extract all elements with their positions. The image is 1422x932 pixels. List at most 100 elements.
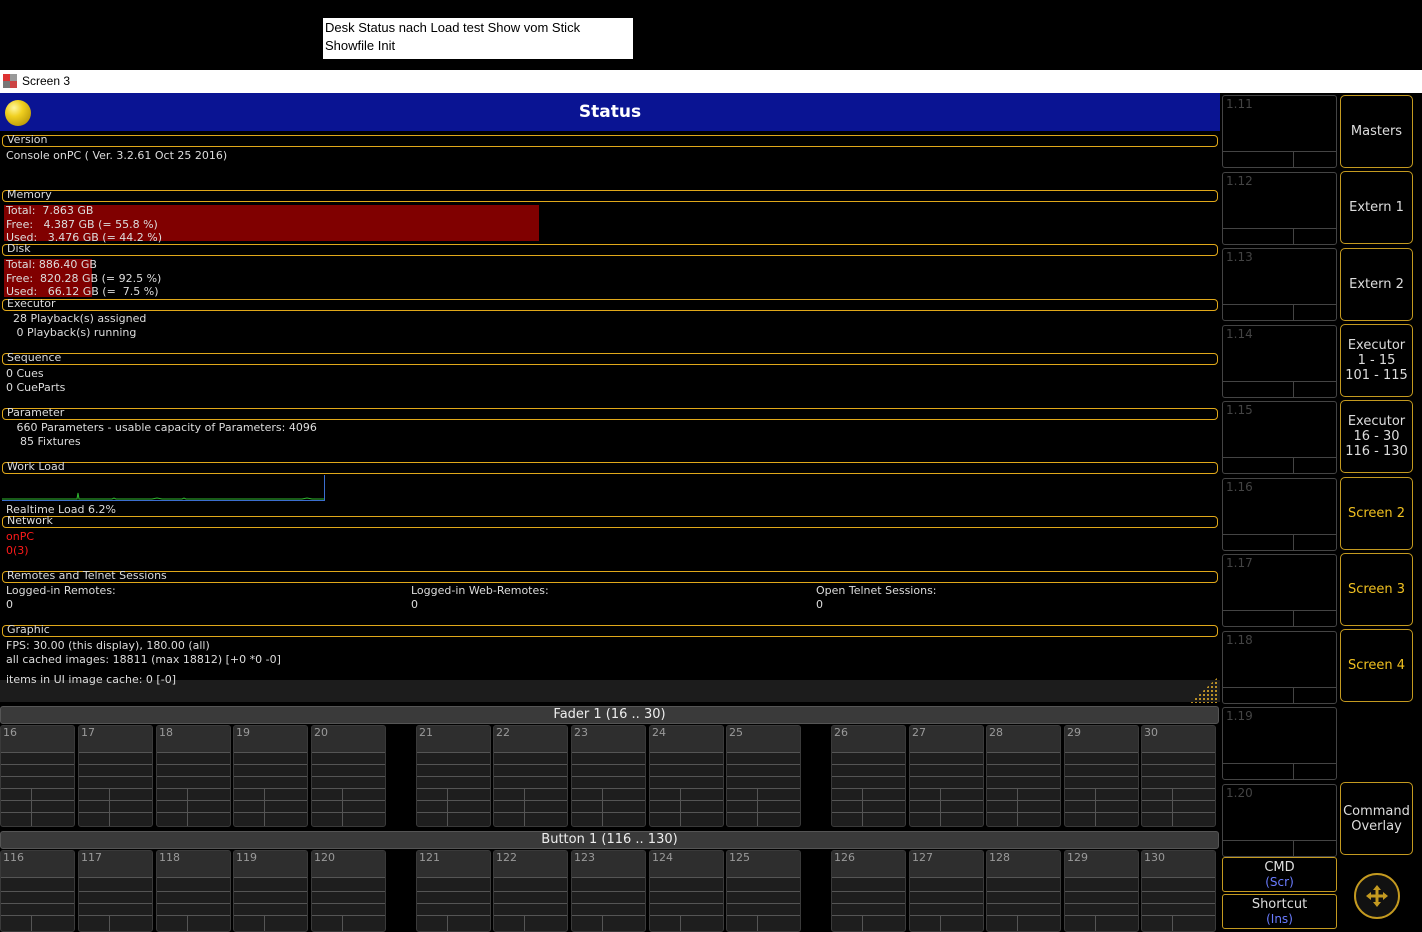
executor-number: 1.17 bbox=[1226, 556, 1253, 570]
memory-total: Total: 7.863 GB bbox=[6, 204, 94, 217]
button-slot[interactable]: 123 bbox=[571, 850, 646, 932]
view-button[interactable]: Masters bbox=[1340, 95, 1413, 168]
view-button[interactable]: Extern 1 bbox=[1340, 171, 1413, 244]
slot-number: 30 bbox=[1144, 726, 1158, 739]
slot-number: 18 bbox=[159, 726, 173, 739]
view-button[interactable]: Screen 3 bbox=[1340, 553, 1413, 626]
slot-number: 129 bbox=[1067, 851, 1088, 864]
annotation-line-2: Showfile Init bbox=[325, 38, 396, 53]
executor-slot[interactable]: 1.17 bbox=[1222, 554, 1337, 627]
sequence-cueparts: 0 CueParts bbox=[6, 381, 66, 394]
slot-number: 124 bbox=[652, 851, 673, 864]
shortcut-sub: (Ins) bbox=[1266, 912, 1293, 926]
slot-number: 128 bbox=[989, 851, 1010, 864]
slot-number: 127 bbox=[912, 851, 933, 864]
button-slot[interactable]: 117 bbox=[78, 850, 153, 932]
slot-number: 119 bbox=[236, 851, 257, 864]
view-button[interactable]: Executor 16 - 30 116 - 130 bbox=[1340, 400, 1413, 473]
sequence-cues: 0 Cues bbox=[6, 367, 44, 380]
button-slot[interactable]: 122 bbox=[493, 850, 568, 932]
button-slot[interactable]: 127 bbox=[909, 850, 984, 932]
fader-slot[interactable]: 24 bbox=[649, 725, 724, 827]
button-slot[interactable]: 121 bbox=[416, 850, 491, 932]
view-button[interactable]: Screen 4 bbox=[1340, 629, 1413, 702]
telnet-value: 0 bbox=[816, 598, 823, 611]
button-slot[interactable]: 129 bbox=[1064, 850, 1139, 932]
executor-slot[interactable]: 1.13 bbox=[1222, 248, 1337, 321]
slot-number: 27 bbox=[912, 726, 926, 739]
slot-number: 17 bbox=[81, 726, 95, 739]
fader-slot[interactable]: 20 bbox=[311, 725, 386, 827]
graphic-cache: all cached images: 18811 (max 18812) [+0… bbox=[6, 653, 281, 666]
fader-slot[interactable]: 30 bbox=[1141, 725, 1216, 827]
executor-number: 1.11 bbox=[1226, 97, 1253, 111]
button-slot[interactable]: 118 bbox=[156, 850, 231, 932]
network-host: onPC bbox=[6, 530, 35, 543]
move-icon[interactable] bbox=[1354, 873, 1400, 919]
slot-number: 25 bbox=[729, 726, 743, 739]
section-label: Sequence bbox=[7, 351, 62, 364]
button-slot[interactable]: 116 bbox=[0, 850, 75, 932]
fader-slot[interactable]: 18 bbox=[156, 725, 231, 827]
slot-number: 29 bbox=[1067, 726, 1081, 739]
fader-slot[interactable]: 25 bbox=[726, 725, 801, 827]
button-bank-title[interactable]: Button 1 (116 .. 130) bbox=[0, 831, 1219, 849]
fader-slot[interactable]: 27 bbox=[909, 725, 984, 827]
button-slot[interactable]: 120 bbox=[311, 850, 386, 932]
view-button[interactable]: Screen 2 bbox=[1340, 477, 1413, 550]
graphic-ui-cache: items in UI image cache: 0 [-0] bbox=[6, 673, 176, 686]
executor-number: 1.13 bbox=[1226, 250, 1253, 264]
button-slot[interactable]: 119 bbox=[233, 850, 308, 932]
button-slot[interactable]: 126 bbox=[831, 850, 906, 932]
executor-slot[interactable]: 1.19 bbox=[1222, 707, 1337, 780]
executor-slot[interactable]: 1.15 bbox=[1222, 401, 1337, 474]
disk-free: Free: 820.28 GB (= 92.5 %) bbox=[6, 271, 162, 285]
view-button[interactable]: Extern 2 bbox=[1340, 248, 1413, 321]
slot-number: 16 bbox=[3, 726, 17, 739]
executor-slot[interactable]: 1.12 bbox=[1222, 171, 1337, 245]
executor-assigned: 28 Playback(s) assigned bbox=[6, 312, 147, 325]
button-slot[interactable]: 130 bbox=[1141, 850, 1216, 932]
executor-number: 1.18 bbox=[1226, 632, 1253, 647]
button-slot[interactable]: 124 bbox=[649, 850, 724, 932]
slot-number: 24 bbox=[652, 726, 666, 739]
slot-number: 120 bbox=[314, 851, 335, 864]
slot-number: 116 bbox=[3, 851, 24, 864]
view-button[interactable]: Executor 1 - 15 101 - 115 bbox=[1340, 324, 1413, 397]
annotation-line-1: Desk Status nach Load test Show vom Stic… bbox=[325, 20, 581, 35]
fader-slot[interactable]: 23 bbox=[571, 725, 646, 827]
shortcut-button[interactable]: Shortcut (Ins) bbox=[1222, 894, 1337, 929]
button-slot[interactable]: 128 bbox=[986, 850, 1061, 932]
slot-number: 118 bbox=[159, 851, 180, 864]
fader-slot[interactable]: 22 bbox=[493, 725, 568, 827]
status-panel: Version Console onPC ( Ver. 3.2.61 Oct 2… bbox=[0, 131, 1220, 704]
fader-slot[interactable]: 26 bbox=[831, 725, 906, 827]
fader-slot[interactable]: 28 bbox=[986, 725, 1061, 827]
fader-slot[interactable]: 19 bbox=[233, 725, 308, 827]
section-label: Version bbox=[7, 133, 48, 146]
fader-slot[interactable]: 21 bbox=[416, 725, 491, 827]
view-button[interactable]: Command Overlay bbox=[1340, 782, 1413, 855]
status-title: Status bbox=[578, 102, 642, 122]
executor-slot[interactable]: 1.11 bbox=[1222, 95, 1337, 168]
executor-slot[interactable]: 1.20 bbox=[1222, 783, 1337, 857]
executor-slot[interactable]: 1.14 bbox=[1222, 324, 1337, 398]
annotation-note: Desk Status nach Load test Show vom Stic… bbox=[323, 18, 633, 59]
cmd-button[interactable]: CMD (Scr) bbox=[1222, 857, 1337, 892]
executor-slot[interactable]: 1.16 bbox=[1222, 477, 1337, 551]
executor-number: 1.20 bbox=[1226, 785, 1253, 800]
slot-number: 20 bbox=[314, 726, 328, 739]
disk-total: Total: 886.40 GB bbox=[6, 258, 97, 271]
button-slot[interactable]: 125 bbox=[726, 850, 801, 932]
fader-slot[interactable]: 29 bbox=[1064, 725, 1139, 827]
executor-slot[interactable]: 1.18 bbox=[1222, 630, 1337, 704]
shortcut-label: Shortcut bbox=[1251, 897, 1308, 912]
fader-slot[interactable]: 17 bbox=[78, 725, 153, 827]
fader-slot[interactable]: 16 bbox=[0, 725, 75, 827]
web-remotes-value: 0 bbox=[411, 598, 418, 611]
status-header: Status bbox=[0, 93, 1220, 131]
slot-number: 123 bbox=[574, 851, 595, 864]
window-title-bar[interactable]: Screen 3 bbox=[0, 70, 1422, 93]
network-session: 0(3) bbox=[6, 544, 29, 557]
fader-bank-title[interactable]: Fader 1 (16 .. 30) bbox=[0, 706, 1219, 724]
